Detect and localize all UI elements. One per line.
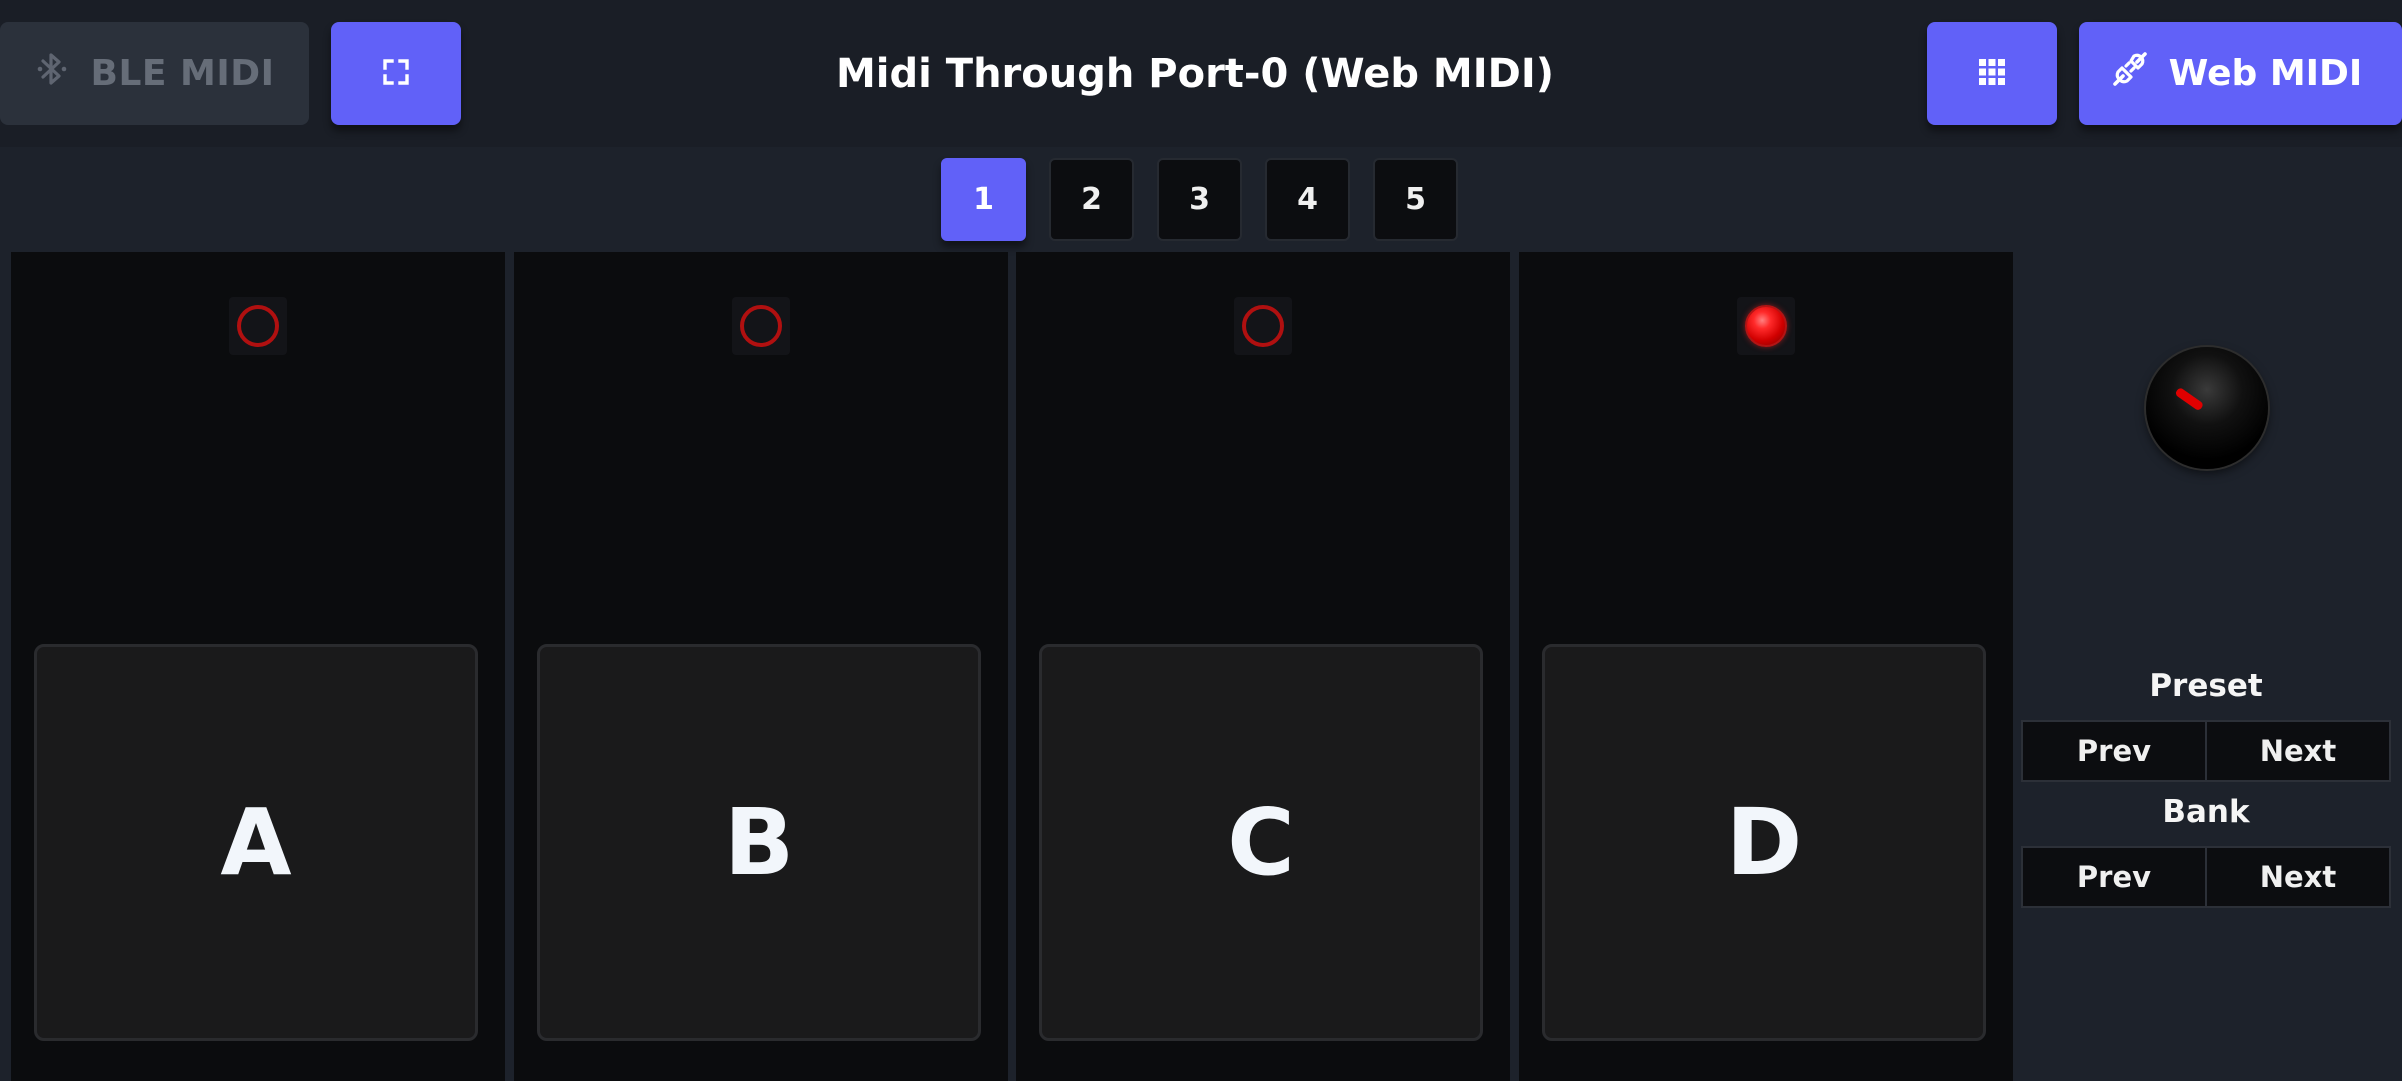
channel-b: B bbox=[514, 252, 1008, 1081]
grid-icon bbox=[1977, 57, 2007, 91]
preset-nav: Prev Next bbox=[2021, 720, 2391, 782]
channel-a: A bbox=[11, 252, 505, 1081]
led-off-icon bbox=[1242, 305, 1284, 347]
midi-port-title: Midi Through Port-0 (Web MIDI) bbox=[836, 51, 1554, 97]
bluetooth-icon bbox=[35, 50, 69, 97]
web-midi-button[interactable]: Web MIDI bbox=[2079, 22, 2402, 125]
footswitch-d[interactable]: D bbox=[1542, 644, 1986, 1041]
footswitch-a[interactable]: A bbox=[34, 644, 478, 1041]
top-bar: BLE MIDI Midi Through Port-0 (Web MIDI) bbox=[0, 0, 2402, 147]
tab-3[interactable]: 3 bbox=[1157, 158, 1242, 241]
tab-2[interactable]: 2 bbox=[1049, 158, 1134, 241]
footswitch-b[interactable]: B bbox=[537, 644, 981, 1041]
channel-c: C bbox=[1016, 252, 1510, 1081]
led-indicator bbox=[732, 297, 790, 355]
tab-4[interactable]: 4 bbox=[1265, 158, 1350, 241]
led-indicator bbox=[1234, 297, 1292, 355]
led-off-icon bbox=[237, 305, 279, 347]
preset-prev-button[interactable]: Prev bbox=[2023, 722, 2205, 780]
tab-1[interactable]: 1 bbox=[941, 158, 1026, 241]
channel-d: D bbox=[1519, 252, 2013, 1081]
preset-next-button[interactable]: Next bbox=[2205, 722, 2389, 780]
led-indicator bbox=[1737, 297, 1795, 355]
fullscreen-icon bbox=[382, 58, 410, 90]
preset-label: Preset bbox=[2149, 668, 2263, 704]
knob-indicator bbox=[2174, 386, 2205, 412]
grid-menu-button[interactable] bbox=[1927, 22, 2057, 125]
ble-midi-label: BLE MIDI bbox=[90, 53, 275, 94]
led-on-icon bbox=[1745, 305, 1787, 347]
bank-tabs: 1 2 3 4 5 bbox=[941, 158, 1458, 241]
bank-next-button[interactable]: Next bbox=[2205, 848, 2389, 906]
web-midi-label: Web MIDI bbox=[2168, 53, 2363, 94]
led-off-icon bbox=[740, 305, 782, 347]
fullscreen-button[interactable] bbox=[331, 22, 461, 125]
bank-label: Bank bbox=[2162, 794, 2250, 830]
plug-icon bbox=[2111, 50, 2149, 97]
tab-5[interactable]: 5 bbox=[1373, 158, 1458, 241]
led-indicator bbox=[229, 297, 287, 355]
footswitch-c[interactable]: C bbox=[1039, 644, 1483, 1041]
bank-nav: Prev Next bbox=[2021, 846, 2391, 908]
ble-midi-button[interactable]: BLE MIDI bbox=[0, 22, 309, 125]
bank-prev-button[interactable]: Prev bbox=[2023, 848, 2205, 906]
knob-icon[interactable] bbox=[2146, 347, 2268, 469]
